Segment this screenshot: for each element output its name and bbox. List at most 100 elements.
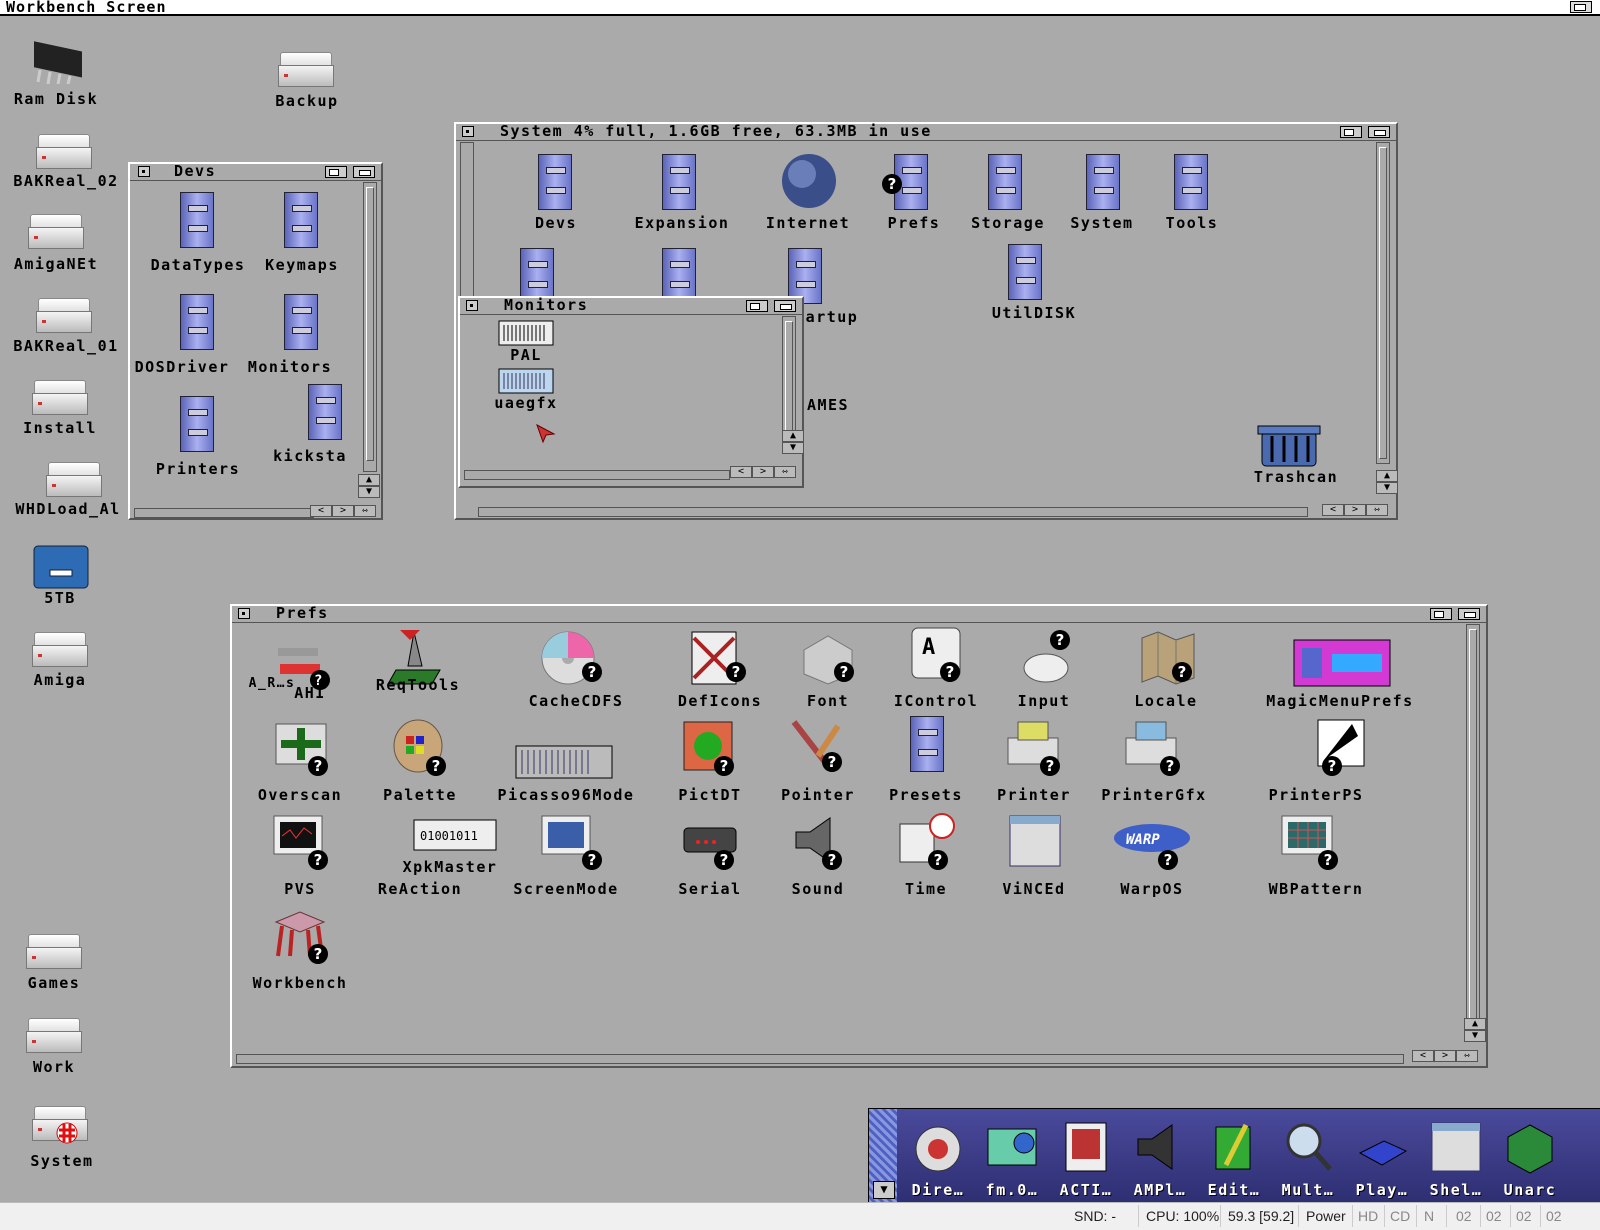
scroll-arrows[interactable]: < > ⇿ <box>1322 504 1388 516</box>
close-gadget[interactable] <box>462 126 474 137</box>
icon-label: Workbench <box>252 974 348 992</box>
window-titlebar[interactable]: Monitors <box>460 296 802 315</box>
dock-item-mult[interactable]: Mult… <box>1271 1115 1345 1201</box>
drawer-icon[interactable] <box>278 294 322 350</box>
harddisk-icon <box>32 380 88 415</box>
question-badge-icon: ? <box>822 752 842 772</box>
zoom-gadget[interactable] <box>325 166 347 178</box>
dock-item-play[interactable]: Play… <box>1345 1115 1419 1201</box>
vscroll-arrows[interactable]: ▲ ▼ <box>1464 1018 1486 1042</box>
window-titlebar[interactable]: Devs <box>130 162 381 181</box>
vertical-scrollbar[interactable] <box>363 182 377 472</box>
archive-cube-icon <box>1507 1124 1553 1174</box>
dock-label: ACTI… <box>1059 1181 1113 1199</box>
drawer-icon[interactable] <box>1168 154 1212 210</box>
dock-item-shel[interactable]: Shel… <box>1419 1115 1493 1201</box>
globe-icon[interactable] <box>780 152 838 210</box>
window-titlebar[interactable]: System 4% full, 1.6GB free, 63.3MB in us… <box>456 122 1396 141</box>
zoom-gadget[interactable] <box>1340 126 1362 138</box>
window-title: System 4% full, 1.6GB free, 63.3MB in us… <box>500 122 932 140</box>
icon-label: Install <box>23 419 97 437</box>
close-gadget[interactable] <box>238 608 250 619</box>
trashcan-icon[interactable] <box>1256 424 1322 470</box>
icon-label: A_R…s <box>248 676 296 691</box>
close-gadget[interactable] <box>466 300 478 311</box>
dock-drag-handle[interactable]: ▼ <box>869 1109 897 1203</box>
icon-label: PrinterGfx <box>1101 786 1207 804</box>
status-cd-led: CD <box>1390 1208 1411 1224</box>
icon-label: Locale <box>1134 692 1198 710</box>
vertical-scrollbar[interactable] <box>1466 624 1480 1024</box>
drawer-icon[interactable] <box>904 716 948 772</box>
icon-label: Font <box>806 692 850 710</box>
drawer-icon[interactable] <box>1002 244 1046 300</box>
question-badge-icon: ? <box>1172 662 1192 682</box>
horizontal-scrollbar[interactable] <box>464 470 730 480</box>
xpkmaster-icon[interactable]: 01001011 <box>390 814 498 854</box>
magicmenu-icon[interactable] <box>1292 638 1392 688</box>
vinced-window-icon[interactable] <box>1006 812 1064 870</box>
monitors-window[interactable]: Monitors < > ⇿ ▲ ▼ PAL uaegfx <box>458 296 804 488</box>
dock-item-ampl[interactable]: AMPl… <box>1123 1115 1197 1201</box>
monitor-pal-icon[interactable] <box>498 320 554 346</box>
scroll-arrows[interactable]: < > ⇿ <box>730 466 796 478</box>
devs-window[interactable]: Devs < > ⇿ ▲ ▼ DataTypes Keymaps DOSDriver … <box>128 162 383 520</box>
question-badge-icon: ? <box>940 662 960 682</box>
drawer-icon[interactable] <box>302 384 346 440</box>
question-badge-icon: ? <box>1318 850 1338 870</box>
vertical-scrollbar[interactable] <box>1376 142 1390 464</box>
dock-item-unarc[interactable]: Unarc <box>1493 1115 1567 1201</box>
screen-depth-gadget[interactable] <box>1570 1 1592 13</box>
harddisk-icon <box>36 298 92 333</box>
dock-label: Edit… <box>1207 1181 1261 1199</box>
vscroll-arrows[interactable]: ▲ ▼ <box>358 474 380 498</box>
depth-gadget[interactable] <box>774 300 796 312</box>
dock-item-fm[interactable]: fm.0… <box>975 1115 1049 1201</box>
icon-label: Overscan <box>257 786 343 804</box>
horizontal-scrollbar[interactable] <box>478 507 1308 517</box>
icon-label: BAKReal_02 <box>13 172 119 190</box>
icon-label: AmigaNEt <box>13 255 99 273</box>
vertical-scrollbar[interactable] <box>782 316 796 440</box>
prefs-window[interactable]: Prefs < > ⇿ ▲ ▼ ? A_R…s AHI ReqTools ? Cach… <box>230 604 1488 1068</box>
scroll-arrows[interactable]: < > ⇿ <box>1412 1050 1478 1062</box>
status-drive-1: 02 <box>1486 1208 1502 1224</box>
depth-gadget[interactable] <box>1458 608 1480 620</box>
dock-item-edit[interactable]: Edit… <box>1197 1115 1271 1201</box>
depth-gadget[interactable] <box>1368 126 1390 138</box>
drawer-icon[interactable] <box>174 192 218 248</box>
dock-item-acti[interactable]: ACTI… <box>1049 1115 1123 1201</box>
vscroll-arrows[interactable]: ▲ ▼ <box>1376 470 1398 494</box>
drawer-icon[interactable] <box>1080 154 1124 210</box>
monitor-uaegfx-icon[interactable] <box>498 368 554 394</box>
zoom-gadget[interactable] <box>1430 608 1452 620</box>
horizontal-scrollbar[interactable] <box>236 1054 1404 1064</box>
drawer-icon[interactable] <box>982 154 1026 210</box>
drawer-icon[interactable] <box>278 192 322 248</box>
depth-gadget[interactable] <box>353 166 375 178</box>
question-badge-icon: ? <box>834 662 854 682</box>
chevron-down-icon[interactable]: ▼ <box>873 1181 895 1199</box>
drawer-icon[interactable] <box>532 154 576 210</box>
scroll-arrows[interactable]: < > ⇿ <box>310 505 376 517</box>
svg-text:WARP: WARP <box>1126 832 1160 848</box>
question-badge-icon: ? <box>1322 756 1342 776</box>
close-gadget[interactable] <box>138 166 150 177</box>
vscroll-arrows[interactable]: ▲ ▼ <box>782 430 804 454</box>
horizontal-scrollbar[interactable] <box>134 508 314 518</box>
left-scrollbar[interactable] <box>460 142 474 302</box>
drawer-icon[interactable] <box>174 396 218 452</box>
emulator-status-bar: SND: - CPU: 100% 59.3 [59.2] Power HD CD… <box>0 1202 1600 1230</box>
icon-label: Sound <box>791 880 845 898</box>
dock-item-dire[interactable]: Dire… <box>901 1115 975 1201</box>
warpos-logo-icon[interactable]: WARP <box>1110 816 1194 860</box>
zoom-gadget[interactable] <box>746 300 768 312</box>
status-drive-2: 02 <box>1516 1208 1532 1224</box>
drawer-icon[interactable] <box>174 294 218 350</box>
dock-label: Play… <box>1355 1181 1409 1199</box>
question-badge-icon: ? <box>726 662 746 682</box>
window-titlebar[interactable]: Prefs <box>232 604 1486 623</box>
icon-label: Ram Disk <box>13 90 99 108</box>
drawer-icon[interactable] <box>656 154 700 210</box>
picasso96-icon[interactable] <box>512 736 616 780</box>
